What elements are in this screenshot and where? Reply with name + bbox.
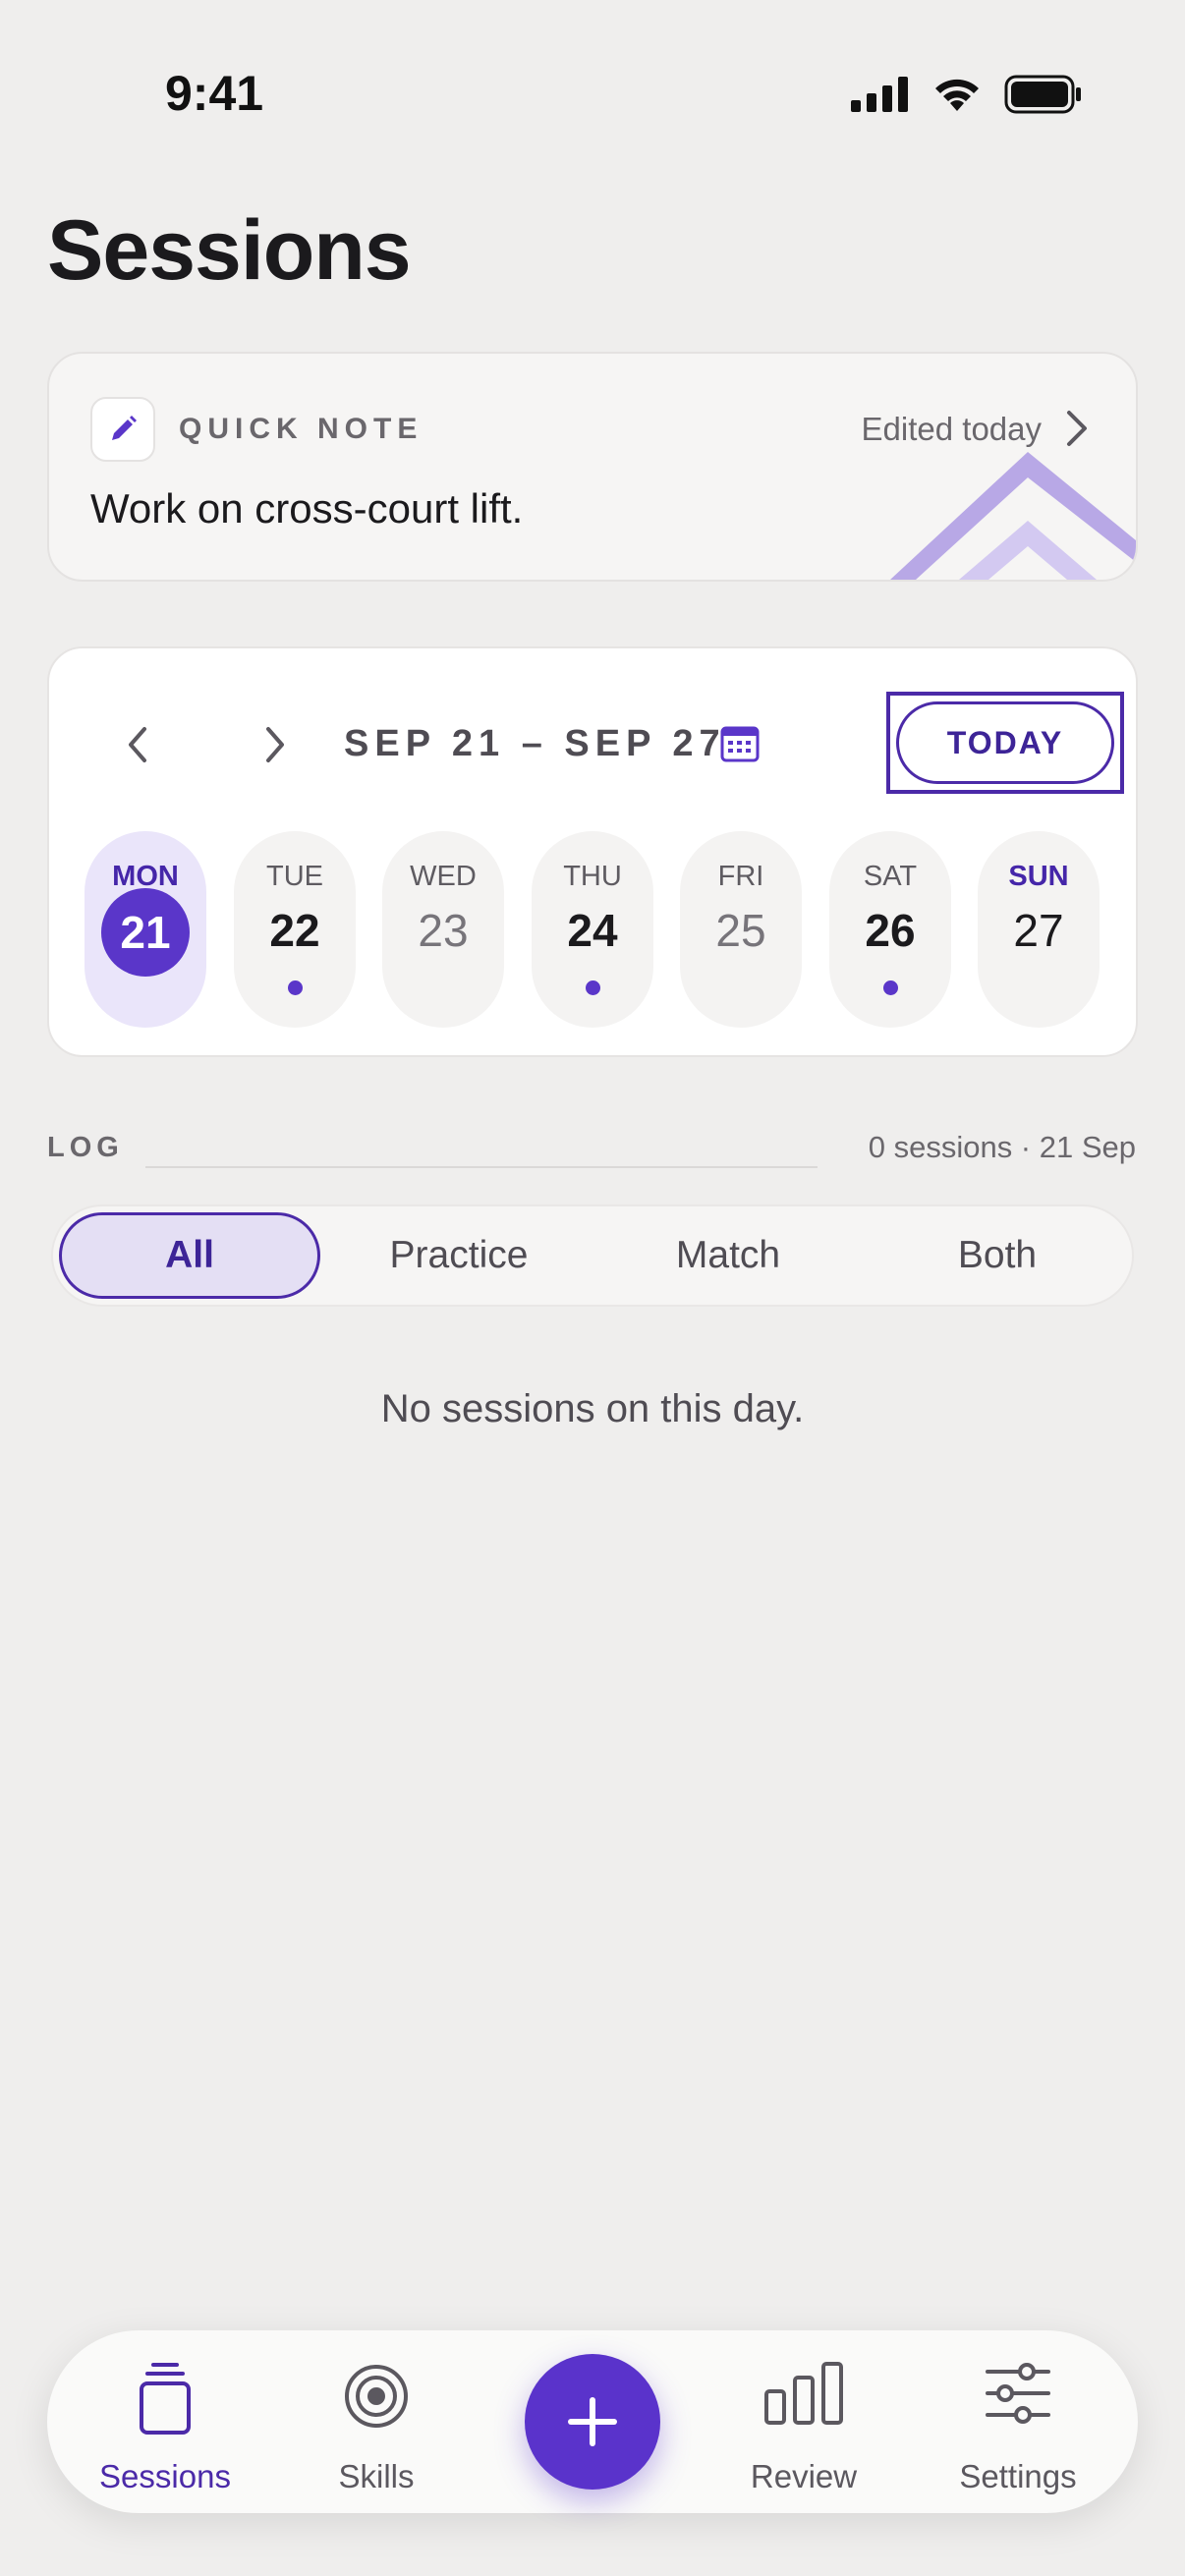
- day-mon[interactable]: MON 21: [85, 831, 206, 1028]
- quick-note-card[interactable]: QUICK NOTE Edited today Work on cross-co…: [47, 352, 1138, 582]
- tab-label: Skills: [338, 2458, 415, 2494]
- signal-icon: [851, 77, 908, 112]
- week-range-label: SEP 21 – SEP 27: [344, 723, 726, 764]
- next-week-button[interactable]: [246, 715, 305, 774]
- day-name: THU: [563, 861, 622, 892]
- day-number: 26: [865, 905, 916, 956]
- target-icon: [345, 2365, 408, 2428]
- today-focus-frame: TODAY: [886, 692, 1124, 794]
- week-calendar-card: SEP 21 – SEP 27 TODAY MON 21 TUE 22 WED …: [47, 646, 1138, 1057]
- empty-state-message: No sessions on this day.: [380, 1387, 805, 1430]
- tab-label: Sessions: [99, 2458, 231, 2494]
- log-divider: [145, 1166, 818, 1168]
- status-icons: [851, 75, 1083, 114]
- status-time: 9:41: [165, 66, 264, 121]
- tab-skills[interactable]: Skills: [288, 2330, 465, 2513]
- day-name: WED: [410, 861, 477, 892]
- tab-bar: Sessions Skills Review Settings: [47, 2330, 1138, 2513]
- session-type-filter: All Practice Match Both: [51, 1204, 1134, 1307]
- chevron-left-icon: [129, 727, 146, 762]
- page-title: Sessions: [47, 203, 412, 298]
- pencil-icon: [90, 397, 155, 462]
- day-name: SAT: [863, 861, 918, 892]
- sliders-icon: [986, 2363, 1050, 2424]
- today-button[interactable]: TODAY: [896, 701, 1114, 784]
- day-number: 24: [567, 905, 618, 956]
- day-tue[interactable]: TUE 22: [234, 831, 356, 1028]
- chevron-right-icon: [266, 727, 284, 762]
- tab-settings[interactable]: Settings: [930, 2330, 1106, 2513]
- sessions-screen: 9:41 Sessions QUICK NOTE Edited today Wo…: [0, 0, 1185, 2576]
- tab-sessions[interactable]: Sessions: [77, 2330, 254, 2513]
- filter-practice[interactable]: Practice: [328, 1212, 590, 1299]
- day-sun[interactable]: SUN 27: [978, 831, 1100, 1028]
- day-number: 25: [715, 905, 766, 956]
- filter-all[interactable]: All: [59, 1212, 320, 1299]
- wifi-icon: [935, 79, 979, 111]
- quick-note-text: Work on cross-court lift.: [90, 485, 524, 532]
- session-indicator-dot: [288, 980, 303, 995]
- day-name: TUE: [266, 861, 323, 892]
- day-name: FRI: [717, 861, 764, 892]
- battery-icon: [1004, 75, 1081, 114]
- filter-match[interactable]: Match: [597, 1212, 859, 1299]
- sessions-icon: [140, 2363, 191, 2435]
- day-number: 23: [418, 905, 469, 956]
- day-number: 21: [101, 888, 190, 977]
- tab-label: Settings: [959, 2458, 1077, 2494]
- calendar-icon[interactable]: [719, 723, 761, 764]
- week-days: MON 21 TUE 22 WED 23 THU 24 FRI 25 SAT 2…: [85, 831, 1106, 1028]
- session-indicator-dot: [883, 980, 898, 995]
- session-indicator-dot: [586, 980, 600, 995]
- tab-review[interactable]: Review: [715, 2330, 892, 2513]
- day-number: 22: [269, 905, 320, 956]
- day-wed[interactable]: WED 23: [382, 831, 504, 1028]
- day-name: SUN: [1008, 861, 1069, 892]
- day-number: 27: [1013, 905, 1064, 956]
- quick-note-label: QUICK NOTE: [179, 413, 423, 445]
- day-sat[interactable]: SAT 26: [829, 831, 951, 1028]
- filter-both[interactable]: Both: [867, 1212, 1128, 1299]
- previous-week-button[interactable]: [108, 715, 167, 774]
- log-count: 0 sessions · 21 Sep: [868, 1130, 1136, 1164]
- day-fri[interactable]: FRI 25: [680, 831, 802, 1028]
- day-thu[interactable]: THU 24: [532, 831, 653, 1028]
- tab-label: Review: [750, 2458, 858, 2494]
- bar-chart-icon: [764, 2362, 843, 2425]
- plus-icon: [568, 2397, 617, 2446]
- chevron-up-decoration-icon: [890, 452, 1136, 580]
- log-label: LOG: [47, 1132, 124, 1163]
- add-session-button[interactable]: [525, 2354, 660, 2490]
